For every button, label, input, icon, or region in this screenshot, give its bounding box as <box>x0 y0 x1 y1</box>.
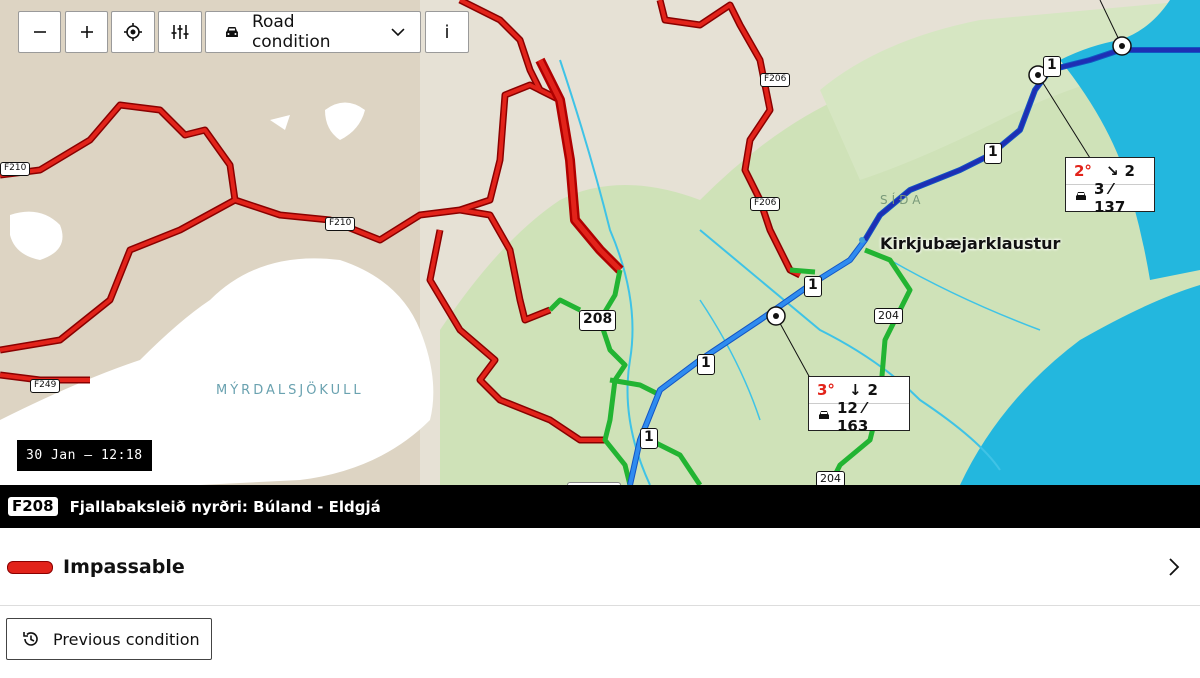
zoom-out-button[interactable] <box>18 11 61 53</box>
temperature: 3° <box>817 381 835 399</box>
route-shield: 204 <box>816 471 845 485</box>
filter-button[interactable] <box>158 11 202 53</box>
route-shield: 208 <box>579 310 617 331</box>
chevron-down-icon <box>391 28 405 37</box>
route-shield: 1 <box>697 354 715 375</box>
car-icon <box>225 27 238 37</box>
traffic-count: 12 ⁄ 163 <box>837 399 869 435</box>
weather-popup[interactable]: 2° ↘ 2 3 ⁄ 137 <box>1065 157 1155 216</box>
weather-popup[interactable]: 3° ↓ 2 12 ⁄ 163 <box>808 376 910 435</box>
glacier-label: MÝRDALSJÖKULL <box>216 383 364 398</box>
plus-icon <box>80 26 93 38</box>
wind-speed: 2 <box>1124 162 1135 180</box>
previous-condition-button[interactable]: Previous condition <box>6 618 212 660</box>
route-shield: 1 <box>804 276 822 297</box>
sliders-icon <box>171 25 189 39</box>
condition-row[interactable]: Impassable <box>0 529 1200 606</box>
route-shield: F206 <box>750 197 781 211</box>
info-icon: i <box>444 21 450 43</box>
history-icon <box>23 632 38 646</box>
weather-station-marker[interactable] <box>1112 36 1132 56</box>
info-button[interactable]: i <box>425 11 469 53</box>
car-icon <box>1074 189 1088 207</box>
crosshair-icon <box>124 23 142 41</box>
layer-select-label: Road condition <box>251 12 331 52</box>
previous-condition-label: Previous condition <box>53 629 200 649</box>
route-shield: 1 <box>1043 56 1061 77</box>
selected-road-header: F208 Fjallabaksleið nyrðri: Búland - Eld… <box>0 485 1200 528</box>
layer-select[interactable]: Road condition <box>205 11 421 53</box>
wind-arrow-icon: ↘ <box>1105 162 1119 180</box>
route-shield: F206 <box>760 73 791 87</box>
weather-station-marker[interactable] <box>766 306 786 326</box>
road-name: Fjallabaksleið nyrðri: Búland - Eldgjá <box>69 497 381 516</box>
map-view[interactable]: F206 F206 F210 F210 F249 208 1 1 1 1 1 2… <box>0 0 1200 485</box>
chevron-right-icon <box>1169 558 1180 576</box>
route-shield: F210 <box>0 162 31 176</box>
timestamp: 30 Jan — 12:18 <box>17 440 152 471</box>
route-shield: 1 <box>640 428 658 449</box>
traffic-count: 3 ⁄ 137 <box>1094 180 1126 216</box>
condition-label: Impassable <box>63 556 185 578</box>
car-icon <box>817 408 831 426</box>
minus-icon <box>33 31 46 33</box>
locate-button[interactable] <box>111 11 155 53</box>
road-number-badge: F208 <box>8 497 58 516</box>
route-shield: F249 <box>30 379 61 393</box>
temperature: 2° <box>1074 162 1092 180</box>
wind-arrow-icon: ↓ <box>848 381 862 399</box>
route-shield: F210 <box>325 217 356 231</box>
route-shield: 204 <box>874 308 903 324</box>
route-shield: 1 <box>984 143 1002 164</box>
place-label: Kirkjubæjarklaustur <box>880 234 1061 253</box>
wind-speed: 2 <box>867 381 878 399</box>
condition-swatch <box>7 560 53 574</box>
area-label: SÍÐA <box>880 193 925 207</box>
zoom-in-button[interactable] <box>65 11 108 53</box>
